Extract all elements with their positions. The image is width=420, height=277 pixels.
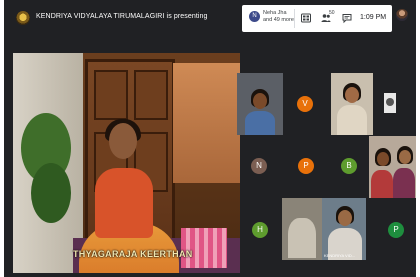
wall-frame [288,218,316,258]
face [253,93,267,109]
school-logo-icon [16,11,30,25]
chat-icon[interactable] [341,12,353,24]
avatar-letter: H [257,225,263,234]
avatar-letter: V [302,99,308,108]
plant [31,163,71,223]
user-avatar[interactable] [396,9,408,21]
presenting-label: KENDRIYA VIDYALAYA TIRUMALAGIRI is prese… [36,13,208,20]
grid-layout-icon[interactable] [300,12,312,24]
participant-tile-7[interactable]: B [341,158,357,174]
clock: 1:09 PM [360,14,387,21]
face [338,210,352,226]
shirt [393,168,415,198]
avatar-letter: P [393,225,399,234]
meeting-info-panel: N Neha Jha and 49 more 50 1:09 PM [242,5,392,32]
participant-tile-2[interactable]: V [297,96,313,112]
video-caption: THYAGARAJA KEERTHAN [73,249,193,259]
participant-tile-11[interactable]: KENDRIYA VID... [322,198,366,260]
avatar-letter: B [346,161,352,170]
participants-line-2: and 49 more [263,17,294,23]
cabinet [173,63,240,183]
instrument [181,228,227,268]
door-panel [134,70,168,120]
participants-summary[interactable]: Neha Jha and 49 more [263,10,294,24]
face [345,87,359,103]
shirt [371,170,393,198]
shirt [245,111,275,135]
participants-line-1: Neha Jha [263,10,287,16]
singer-body [95,168,153,238]
participant-avatar: N [249,11,260,22]
shirt [337,105,367,135]
face [386,98,394,106]
face [377,152,389,166]
participant-tile-5[interactable]: N [251,158,267,174]
participant-tile-9[interactable]: H [252,222,268,238]
participant-tile-8[interactable] [369,136,416,198]
participant-tile-10[interactable] [282,198,322,260]
participant-tile-3[interactable] [331,73,373,135]
avatar-letter: N [256,161,262,170]
avatar-letter: P [303,161,309,170]
participant-tile-6[interactable]: P [298,158,314,174]
top-bar: KENDRIYA VIDYALAYA TIRUMALAGIRI is prese… [4,0,416,40]
presentation-video: THYAGARAJA KEERTHAN [13,53,240,273]
participant-tile-12[interactable]: P [388,222,404,238]
door-panel [94,70,128,120]
people-count: 50 [329,10,335,16]
divider [294,9,295,28]
singer-face [109,123,137,159]
participant-tile-4[interactable] [384,93,396,113]
meet-window: KENDRIYA VIDYALAYA TIRUMALAGIRI is prese… [4,0,416,277]
participant-tile-1[interactable] [237,73,283,135]
face [399,150,411,164]
participant-name: KENDRIYA VID... [324,253,356,258]
